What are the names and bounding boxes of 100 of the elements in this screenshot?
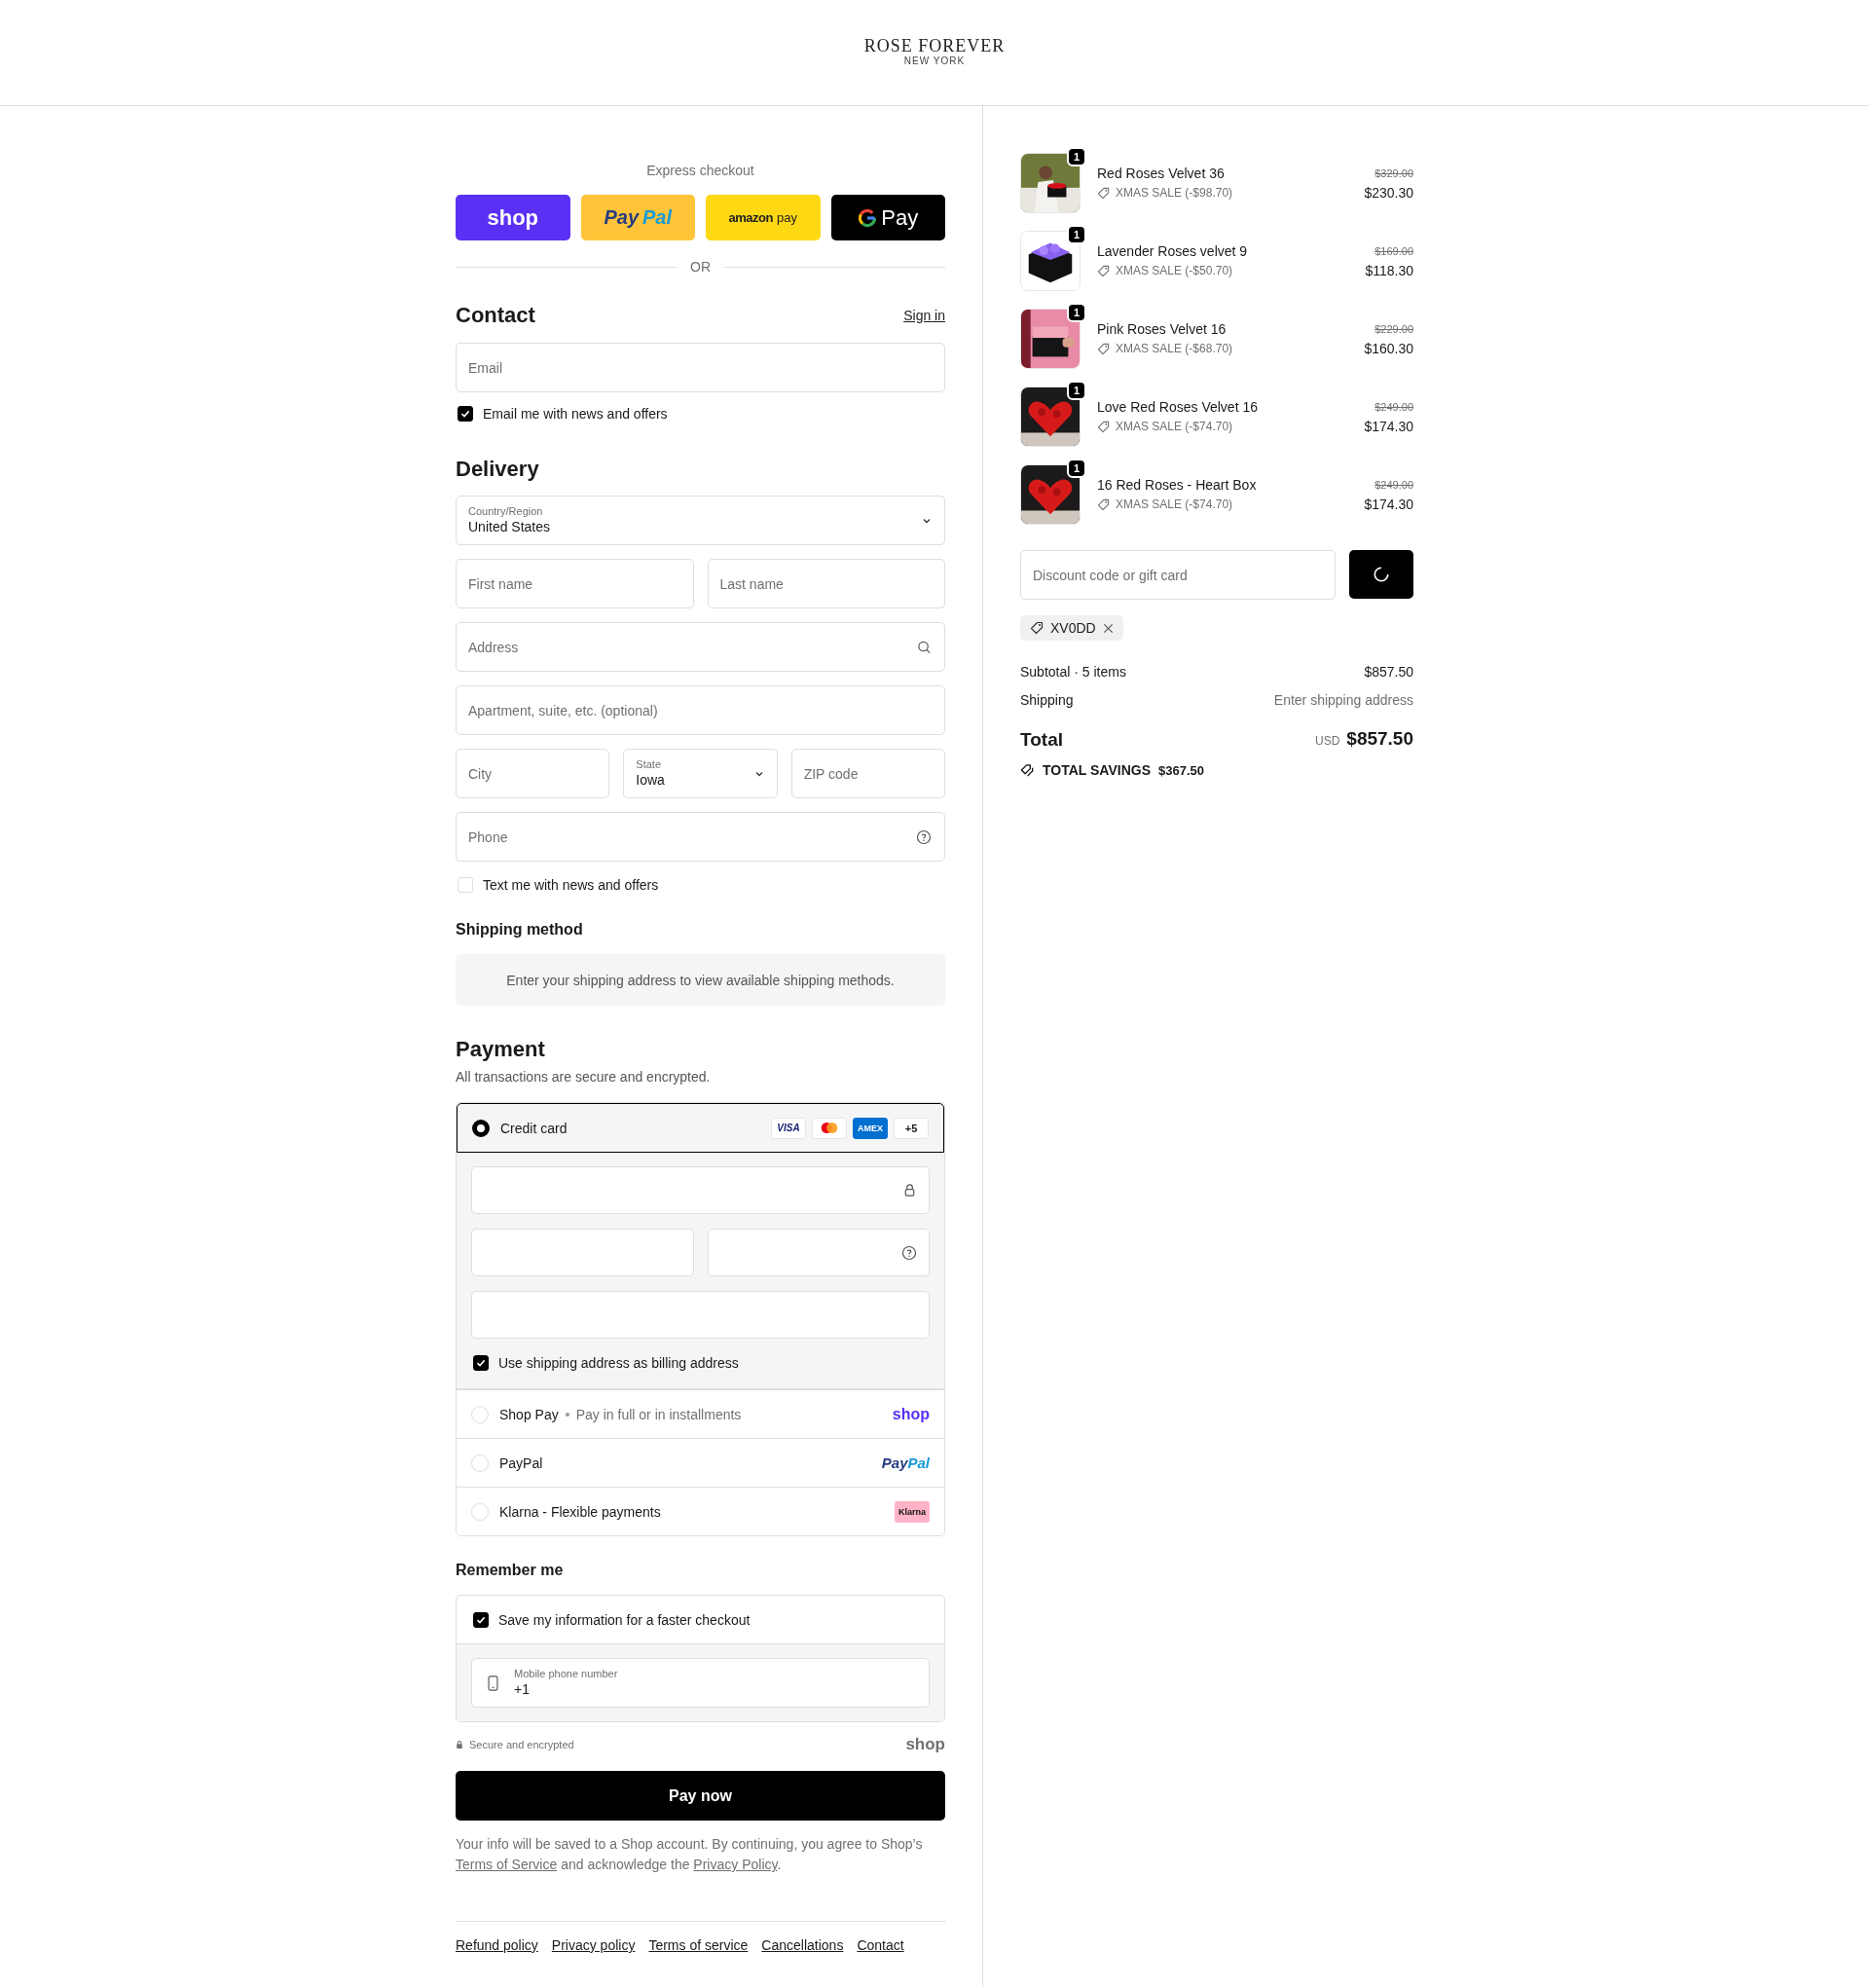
zip-code-field[interactable]: ZIP code — [790, 749, 945, 798]
shop-pay-logo: shop — [892, 1405, 930, 1423]
check-icon — [459, 408, 471, 420]
footer-link[interactable]: Cancellations — [761, 1935, 844, 1955]
tag-icon — [1030, 621, 1044, 635]
product-name: Lavender Roses velvet 9 — [1097, 242, 1249, 261]
checkbox-label: Save my information for a faster checkout — [498, 1611, 751, 1628]
help-icon[interactable] — [916, 828, 932, 845]
shipping-value: Enter shipping address — [1273, 691, 1413, 710]
apply-button[interactable] — [1349, 550, 1413, 599]
state-select[interactable]: State Iowa — [623, 749, 778, 798]
tag-icon — [1097, 264, 1110, 277]
sale-price: $118.30 — [1365, 262, 1413, 280]
card-number-field[interactable] — [471, 1166, 930, 1214]
section-heading: Payment — [456, 1037, 545, 1062]
first-name-field[interactable]: First name — [456, 559, 694, 608]
divider-label: OR — [690, 259, 711, 275]
g-logo-icon — [858, 207, 878, 228]
lock-icon — [902, 1183, 917, 1197]
checkbox[interactable] — [458, 406, 473, 422]
pay-now-button[interactable]: Pay now — [456, 1771, 945, 1821]
tags-icon — [1020, 762, 1035, 778]
radio-button[interactable] — [472, 1119, 490, 1137]
secure-note: Secure and encrypted — [469, 1739, 574, 1750]
discount-label: XMAS SALE (-$50.70) — [1116, 263, 1233, 279]
quantity-badge: 1 — [1067, 225, 1086, 244]
sale-price: $230.30 — [1364, 184, 1413, 202]
payment-option[interactable]: Klarna - Flexible payments Klarna — [457, 1487, 944, 1535]
section-heading: Contact — [456, 303, 535, 328]
amazon-pay-button[interactable]: amazon pay — [706, 195, 821, 240]
loading-spinner-icon — [1373, 566, 1390, 583]
footer-link[interactable]: Terms of service — [648, 1935, 749, 1955]
sale-price: $174.30 — [1364, 418, 1413, 436]
total-label: Total — [1020, 728, 1063, 752]
checkbox[interactable] — [473, 1611, 489, 1628]
sign-in-link[interactable]: Sign in — [903, 308, 945, 323]
subtotal-value: $857.50 — [1364, 663, 1413, 681]
phone-field[interactable]: Phone — [456, 812, 945, 862]
original-price: $229.00 — [1374, 322, 1413, 337]
more-cards-badge: +5 — [894, 1117, 929, 1139]
country-select[interactable]: Country/Region United States — [456, 496, 945, 545]
name-on-card-field[interactable] — [471, 1291, 930, 1339]
checkbox-label: Use shipping address as billing address — [498, 1355, 739, 1371]
total-amount: $857.50 — [1346, 729, 1413, 749]
address-field[interactable]: Address — [456, 622, 945, 672]
footer-link[interactable]: Privacy policy — [551, 1935, 636, 1955]
paypal-logo: PayPal — [881, 1454, 930, 1471]
last-name-field[interactable]: Last name — [707, 559, 945, 608]
original-price: $249.00 — [1374, 478, 1413, 493]
tag-icon — [1097, 342, 1110, 355]
paypal-button[interactable]: Pay Pal — [580, 195, 695, 240]
mobile-phone-field[interactable]: Mobile phone number +1 — [471, 1658, 930, 1708]
footer-link[interactable]: Refund policy — [456, 1935, 538, 1955]
quantity-badge: 1 — [1067, 147, 1086, 166]
product-name: 16 Red Roses - Heart Box — [1097, 476, 1258, 495]
legal-notice: Your info will be saved to a Shop account. By continuing, you agree to Shop’s Terms of Service and acknowledge the Privacy Policy. — [456, 1835, 924, 1874]
sale-price: $160.30 — [1364, 340, 1413, 358]
sale-price: $174.30 — [1364, 496, 1413, 514]
brand-name[interactable]: ROSE FOREVER — [863, 35, 1006, 55]
check-icon — [475, 1357, 487, 1369]
payment-method-label: PayPal — [499, 1454, 543, 1471]
quantity-badge: 1 — [1067, 303, 1086, 322]
payment-subtitle: All transactions are secure and encrypted. — [456, 1068, 711, 1086]
discount-code-field[interactable]: Discount code or gift card — [1020, 550, 1336, 600]
product-name: Pink Roses Velvet 16 — [1097, 320, 1228, 339]
shop-pay-button[interactable]: shop — [456, 195, 570, 240]
payment-method-label: Credit card — [500, 1120, 568, 1136]
bullet-icon — [565, 1412, 569, 1417]
google-pay-button[interactable]: Pay — [830, 195, 945, 240]
payment-method-label: Shop Pay — [499, 1406, 559, 1422]
shop-logo: shop — [905, 1735, 945, 1754]
footer-link[interactable]: Contact — [857, 1935, 904, 1955]
close-icon[interactable] — [1102, 622, 1114, 634]
discount-label: XMAS SALE (-$74.70) — [1116, 419, 1233, 435]
total-savings-label: TOTAL SAVINGS — [1043, 762, 1151, 778]
checkbox[interactable] — [473, 1355, 489, 1371]
payment-method-label: Klarna - Flexible payments — [499, 1503, 661, 1520]
product-name: Red Roses Velvet 36 — [1097, 165, 1226, 183]
card-brand-badge — [812, 1117, 847, 1139]
expiry-field[interactable] — [471, 1229, 694, 1276]
original-price: $169.00 — [1374, 244, 1413, 259]
checkbox-label: Text me with news and offers — [483, 877, 659, 893]
security-code-field[interactable] — [707, 1229, 930, 1276]
checkbox-label: Email me with news and offers — [483, 406, 668, 422]
klarna-logo: Klarna — [895, 1500, 930, 1523]
quantity-badge: 1 — [1067, 381, 1086, 400]
section-heading: Delivery — [456, 457, 539, 482]
terms-of-service-link[interactable]: Terms of Service — [456, 1857, 558, 1872]
total-savings-amount: $367.50 — [1158, 762, 1204, 778]
help-icon[interactable] — [901, 1244, 917, 1261]
tag-icon — [1097, 420, 1110, 433]
lock-icon — [456, 1740, 463, 1749]
payment-option[interactable]: Credit card VISA AMEX +5 — [457, 1103, 944, 1153]
quantity-badge: 1 — [1067, 459, 1086, 478]
search-icon — [917, 640, 932, 654]
city-field[interactable]: City — [456, 749, 610, 798]
tag-icon — [1097, 497, 1110, 511]
email-field[interactable]: Email — [456, 343, 945, 392]
card-brand-badge: VISA — [771, 1117, 806, 1139]
apartment-field[interactable]: Apartment, suite, etc. (optional) — [456, 685, 945, 735]
